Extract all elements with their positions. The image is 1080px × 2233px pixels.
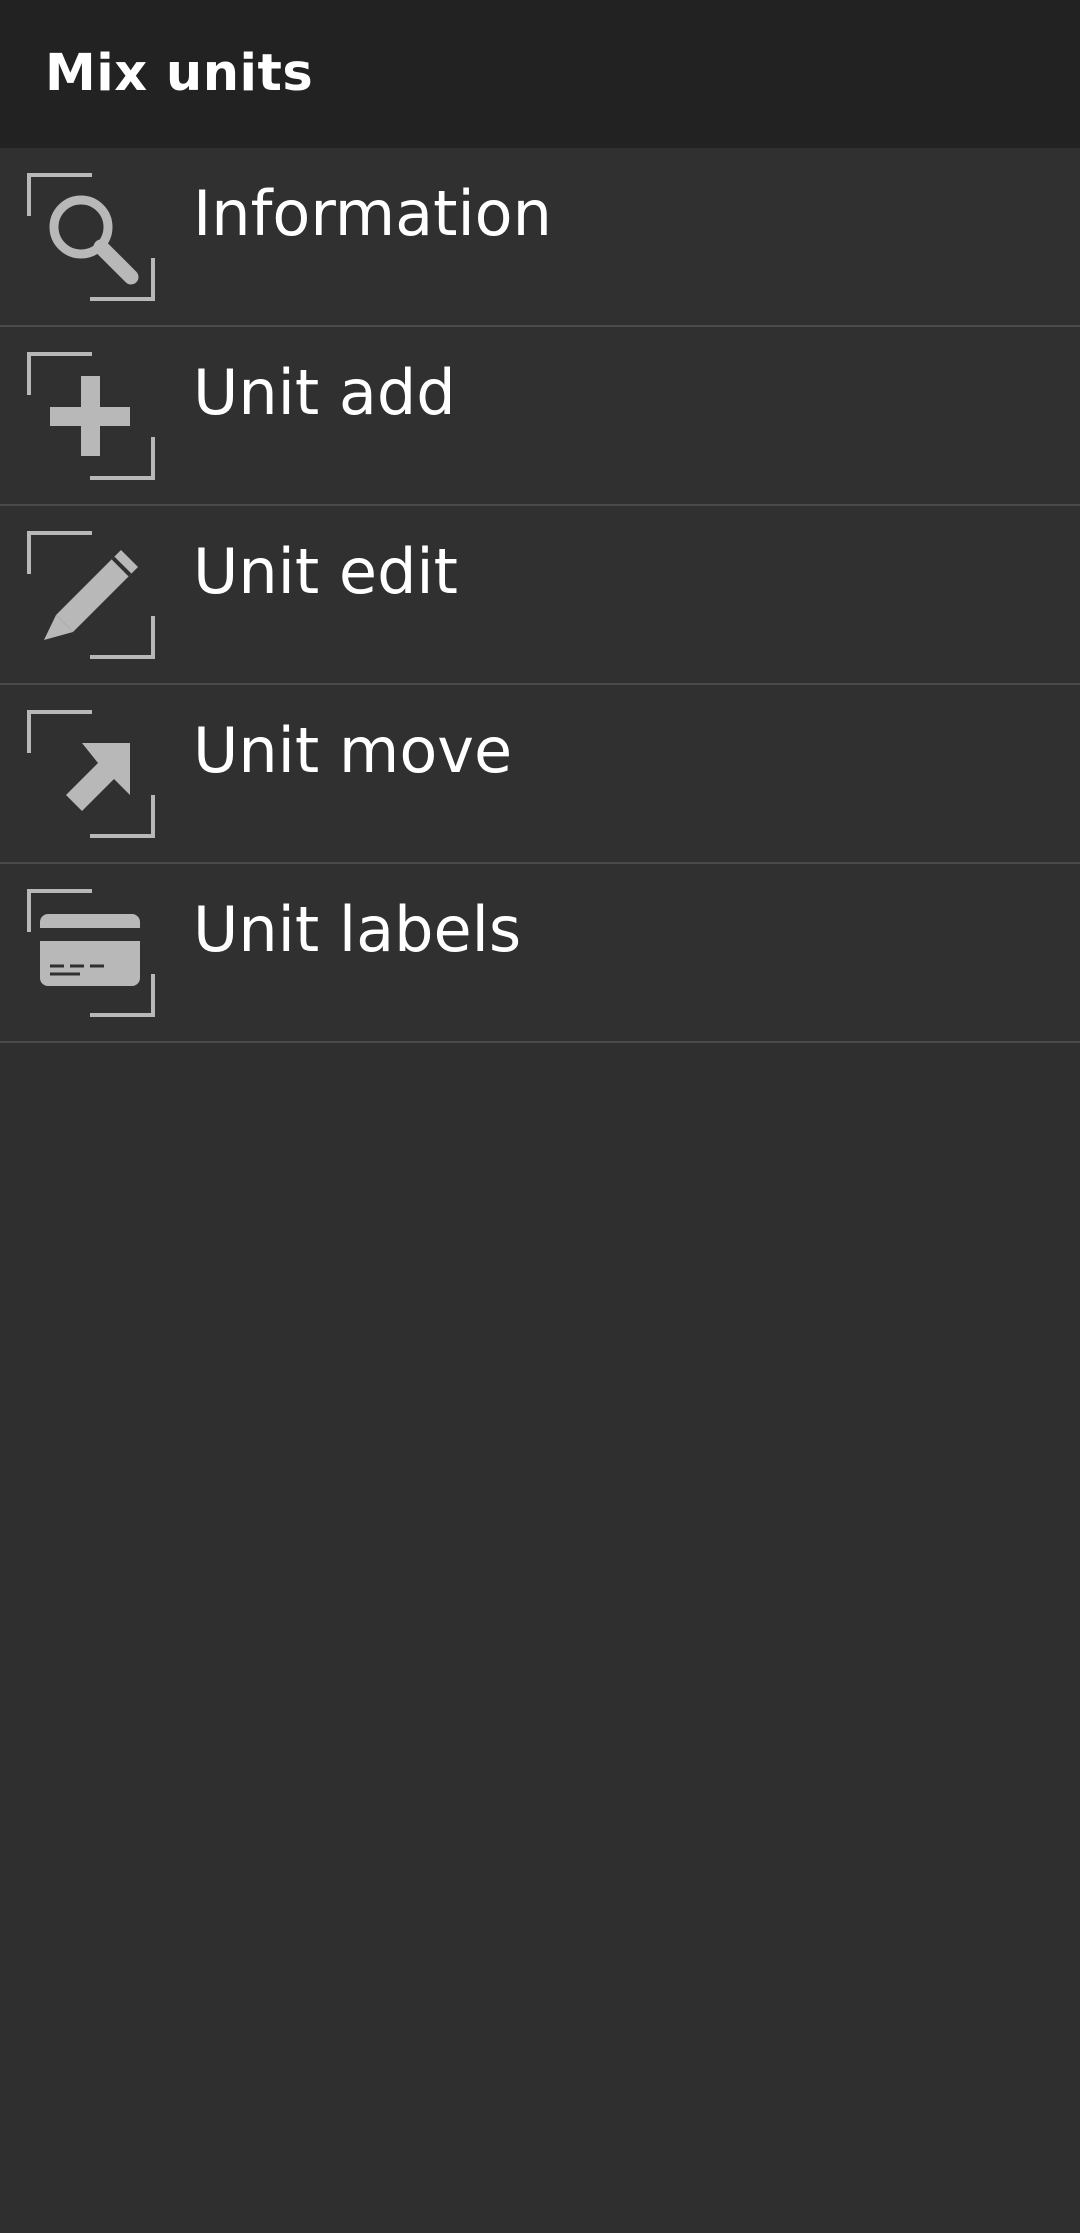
add-icon <box>26 351 156 481</box>
move-arrow-icon <box>26 709 156 839</box>
menu-item-unit-labels[interactable]: Unit labels <box>0 864 1080 1043</box>
search-icon <box>26 172 156 302</box>
menu-item-label: Unit labels <box>193 893 522 966</box>
menu-item-information[interactable]: Information <box>0 148 1080 327</box>
screen: Mix units Information Unit add Unit edit… <box>0 0 1080 2233</box>
app-title: Mix units <box>45 44 314 103</box>
app-bar: Mix units <box>0 0 1080 148</box>
menu-item-label: Unit move <box>193 714 513 787</box>
menu-list: Information Unit add Unit edit Unit move… <box>0 148 1080 1043</box>
menu-item-label: Information <box>193 177 552 250</box>
label-card-icon <box>26 888 156 1018</box>
menu-item-label: Unit add <box>193 356 456 429</box>
pencil-icon <box>26 530 156 660</box>
menu-item-label: Unit edit <box>193 535 458 608</box>
menu-item-unit-move[interactable]: Unit move <box>0 685 1080 864</box>
menu-item-unit-add[interactable]: Unit add <box>0 327 1080 506</box>
menu-item-unit-edit[interactable]: Unit edit <box>0 506 1080 685</box>
